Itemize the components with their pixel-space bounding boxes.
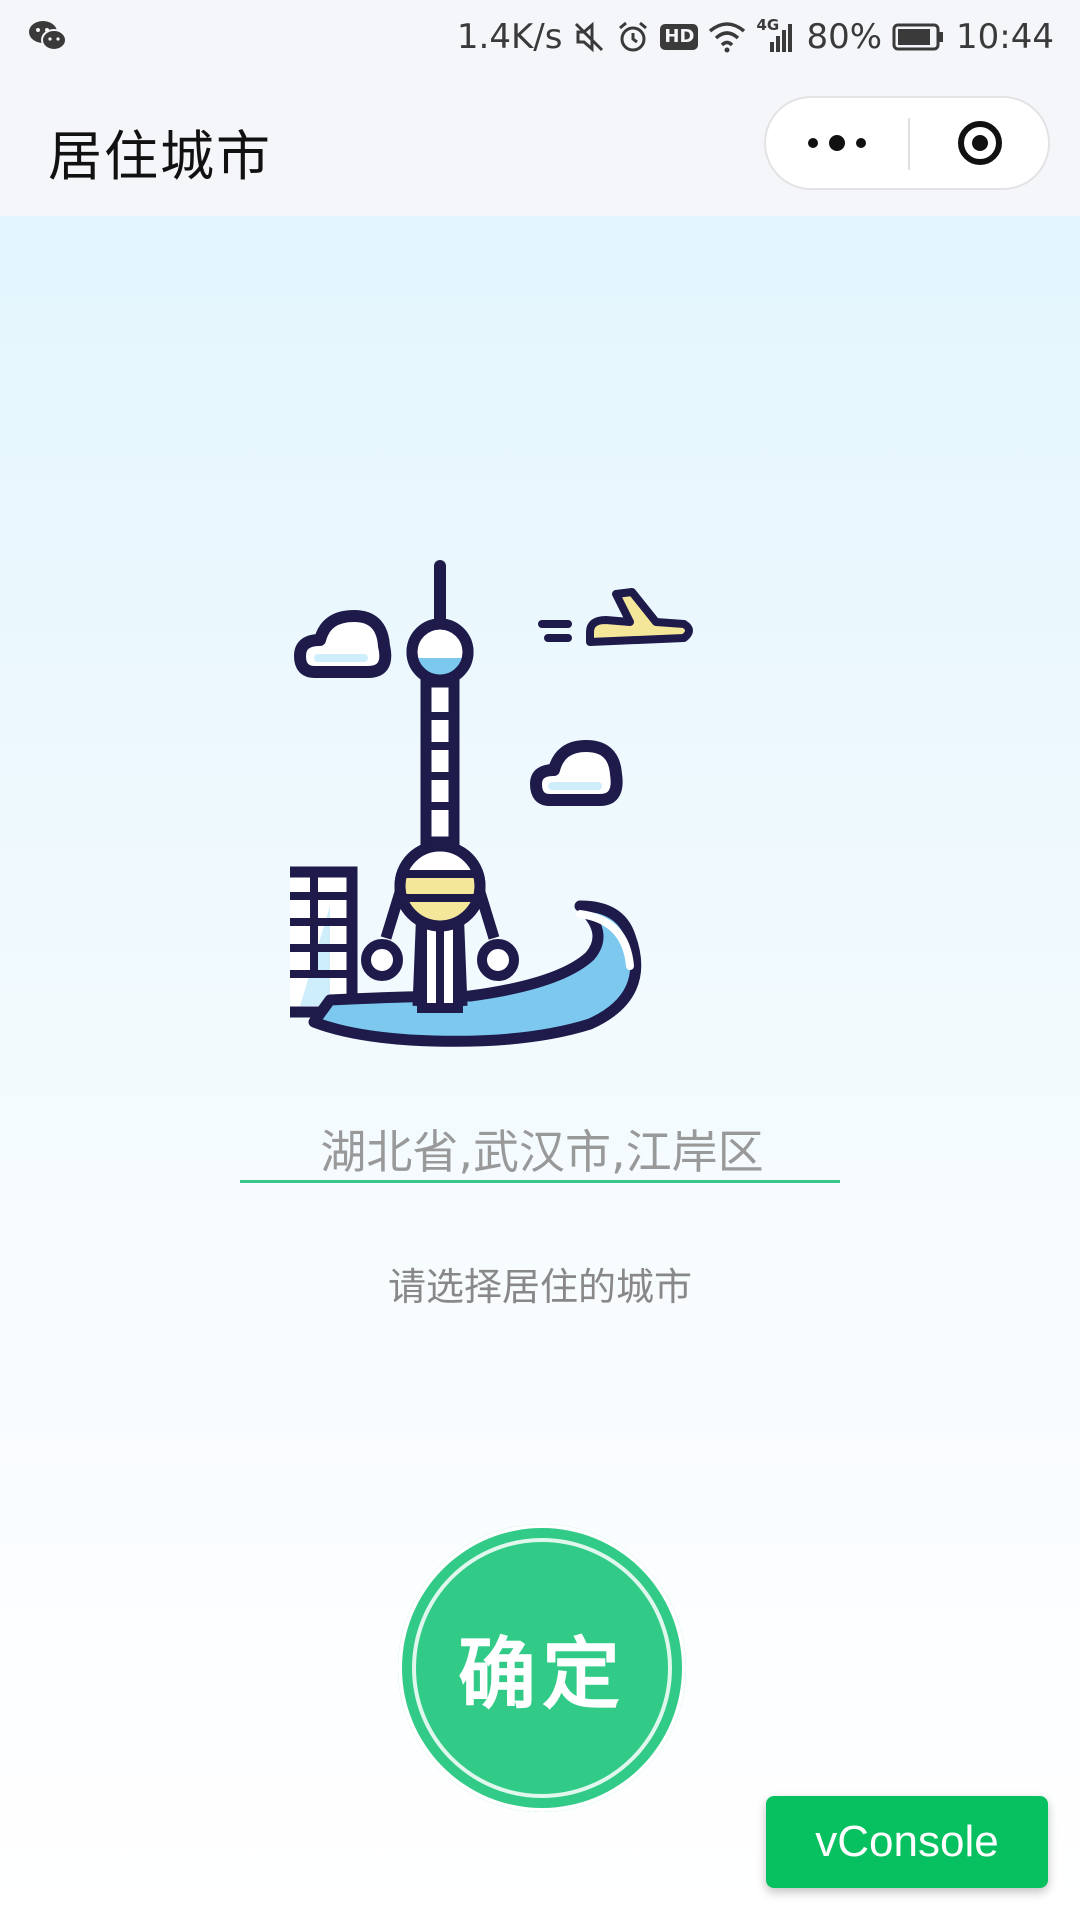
city-hint-text: 请选择居住的城市: [387, 1265, 692, 1309]
alarm-icon: [619, 21, 648, 52]
vconsole-button[interactable]: vConsole: [766, 1796, 1048, 1888]
menu-capsule: [764, 96, 1050, 190]
network-speed: 1.4K/s: [456, 17, 563, 57]
confirm-button-label: 确定: [457, 1630, 626, 1720]
close-miniprogram-button[interactable]: [910, 98, 1050, 188]
nav-bar: 居住城市: [0, 74, 1080, 216]
battery-percent: 80%: [806, 17, 883, 57]
city-input-underline: [240, 1180, 840, 1183]
signal-icon: 4G: [756, 16, 796, 54]
clock: 10:44: [956, 17, 1054, 57]
airplane-icon: [538, 588, 693, 646]
confirm-button[interactable]: 确定: [398, 1524, 686, 1812]
page-title: 居住城市: [48, 125, 272, 188]
mute-icon: [575, 21, 604, 53]
wifi-icon: [709, 22, 746, 53]
more-icon: [808, 135, 866, 151]
content-area: 请选择居住的城市 确定 vConsole: [0, 216, 1080, 1920]
battery-icon: [892, 23, 944, 51]
cloud-icon-right: [530, 740, 623, 806]
close-target-icon: [958, 121, 1002, 165]
more-button[interactable]: [766, 98, 908, 188]
wechat-icon: [29, 21, 67, 51]
hd-icon: HD: [660, 24, 699, 50]
status-bar: 1.4K/s HD 4G 80% 10:44: [0, 0, 1080, 74]
city-input[interactable]: [240, 1116, 844, 1182]
cloud-icon-left: [294, 610, 392, 678]
